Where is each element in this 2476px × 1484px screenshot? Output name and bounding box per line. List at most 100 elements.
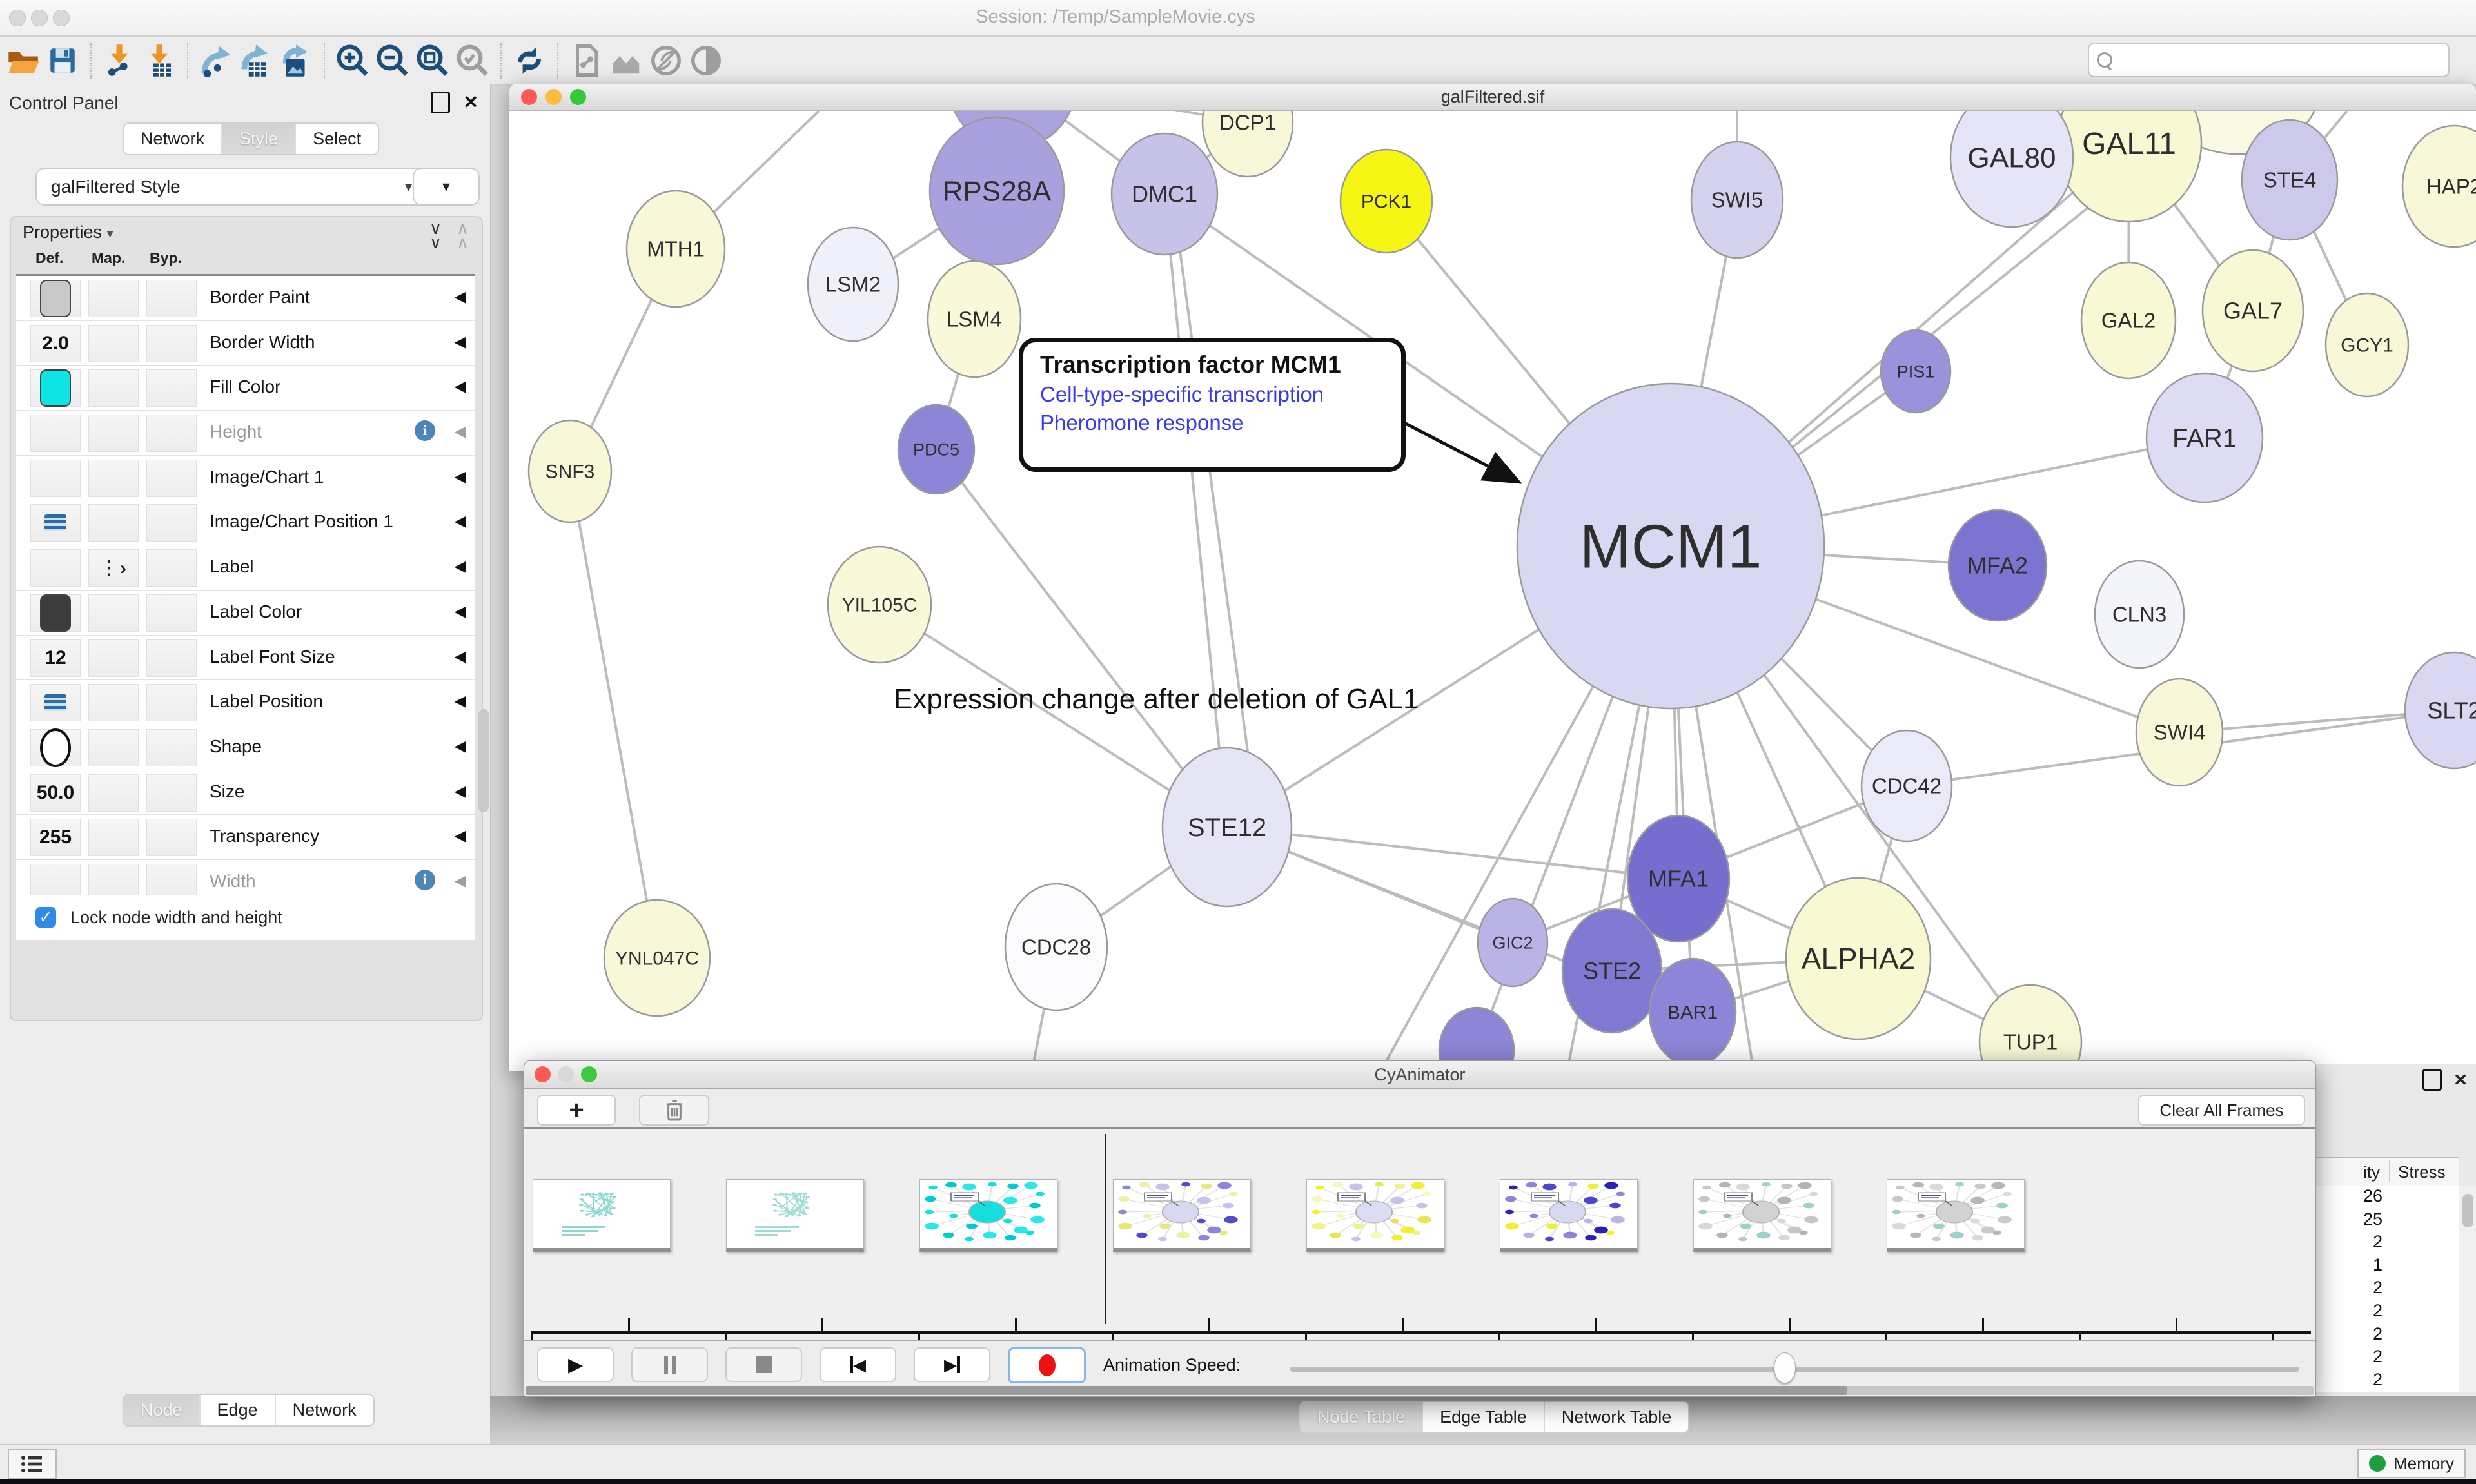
node-ste2[interactable]: STE2 xyxy=(1562,909,1662,1033)
expand-row-icon[interactable]: ◀ xyxy=(455,557,466,576)
default-value[interactable]: 50.0 xyxy=(37,782,74,804)
table-scrollbar[interactable] xyxy=(2459,1186,2476,1392)
default-value[interactable]: 12 xyxy=(44,647,66,669)
property-row[interactable]: Image/Chart Position 1◀ xyxy=(16,500,475,545)
node-lsm2[interactable]: LSM2 xyxy=(808,228,898,341)
hide-selected-icon[interactable] xyxy=(646,41,686,80)
mapping-cell[interactable] xyxy=(88,639,139,677)
table-column-stress[interactable]: Stress xyxy=(2398,1162,2457,1182)
info-icon[interactable]: i xyxy=(415,870,435,890)
expand-row-icon[interactable]: ◀ xyxy=(455,782,466,801)
bypass-cell[interactable] xyxy=(146,280,197,317)
passthrough-mapping-icon[interactable]: ⋮› xyxy=(99,557,128,580)
frames-scrollbar-thumb[interactable] xyxy=(526,1386,1847,1395)
info-icon[interactable]: i xyxy=(415,420,435,441)
mapping-cell[interactable] xyxy=(88,460,139,497)
node-gic2[interactable]: GIC2 xyxy=(1478,899,1548,986)
mapping-cell[interactable]: ⋮› xyxy=(88,549,139,587)
search-input[interactable] xyxy=(2119,50,2424,71)
close-window-icon[interactable] xyxy=(9,10,26,26)
expand-all-icon[interactable]: ∨∨ xyxy=(429,221,440,249)
expand-row-icon[interactable]: ◀ xyxy=(455,512,466,531)
record-button[interactable] xyxy=(1008,1347,1086,1383)
bypass-cell[interactable] xyxy=(146,325,197,362)
node-snf3[interactable]: SNF3 xyxy=(529,420,611,522)
node-pdc5[interactable]: PDC5 xyxy=(898,405,974,494)
node-dcp1[interactable]: DCP1 xyxy=(1203,111,1293,177)
cyanimator-titlebar[interactable]: CyAnimator xyxy=(524,1061,2315,1089)
tab-network-style[interactable]: Network xyxy=(275,1395,373,1425)
property-row[interactable]: Label Position◀ xyxy=(16,680,475,725)
expand-row-icon[interactable]: ◀ xyxy=(455,377,466,396)
clear-all-frames-button[interactable]: Clear All Frames xyxy=(2138,1095,2305,1126)
pause-button[interactable] xyxy=(631,1347,708,1382)
color-swatch[interactable] xyxy=(40,280,71,317)
tab-edge[interactable]: Edge xyxy=(199,1395,275,1425)
frame-thumbnail-4[interactable] xyxy=(1306,1179,1444,1252)
property-row[interactable]: Border Paint◀ xyxy=(16,276,475,321)
zoom-selected-icon[interactable] xyxy=(453,41,493,80)
frame-thumbnail-5[interactable] xyxy=(1500,1179,1638,1252)
default-cell[interactable] xyxy=(30,549,81,587)
zoom-fit-icon[interactable] xyxy=(413,41,453,80)
node-alpha2[interactable]: ALPHA2 xyxy=(1786,878,1931,1039)
bypass-cell[interactable] xyxy=(146,774,197,812)
node-dmc1[interactable]: DMC1 xyxy=(1112,133,1217,255)
node-pis1[interactable]: PIS1 xyxy=(1881,330,1950,413)
default-cell[interactable] xyxy=(30,369,81,407)
close-panel-icon[interactable]: ✕ xyxy=(464,92,478,113)
float-panel-icon[interactable] xyxy=(2422,1069,2442,1091)
bypass-cell[interactable] xyxy=(146,729,197,766)
default-cell[interactable] xyxy=(30,594,81,632)
expand-row-icon[interactable]: ◀ xyxy=(455,872,466,890)
node-hap2[interactable]: HAP2 xyxy=(2402,126,2476,247)
lock-size-checkbox[interactable]: ✓ xyxy=(35,907,56,928)
style-selector[interactable]: galFiltered Style ▾ xyxy=(35,168,427,206)
expand-row-icon[interactable]: ◀ xyxy=(455,692,466,710)
mapping-cell[interactable] xyxy=(88,594,139,632)
export-table-icon[interactable] xyxy=(236,41,276,80)
default-cell[interactable]: 50.0 xyxy=(30,774,81,812)
playhead[interactable] xyxy=(1105,1134,1106,1324)
node-slt2[interactable]: SLT2 xyxy=(2405,652,2476,768)
mapping-cell[interactable] xyxy=(88,280,139,317)
node-cdc42[interactable]: CDC42 xyxy=(1862,730,1952,841)
column-divider[interactable] xyxy=(2389,1160,2390,1182)
expand-row-icon[interactable]: ◀ xyxy=(455,288,466,306)
export-image-icon[interactable] xyxy=(276,41,316,80)
bypass-cell[interactable] xyxy=(146,819,197,856)
node-ynl047c[interactable]: YNL047C xyxy=(604,900,710,1016)
minimize-window-icon[interactable] xyxy=(31,10,48,26)
default-cell[interactable] xyxy=(30,729,81,766)
frame-thumbnail-0[interactable] xyxy=(533,1179,671,1252)
node-mth1[interactable]: MTH1 xyxy=(627,191,725,307)
mapping-cell[interactable] xyxy=(88,819,139,856)
property-row[interactable]: Heighti◀ xyxy=(16,411,475,456)
expand-row-icon[interactable]: ◀ xyxy=(455,602,466,621)
default-cell[interactable] xyxy=(30,864,81,899)
position-icon[interactable] xyxy=(44,514,66,531)
open-session-icon[interactable] xyxy=(3,41,43,80)
tab-network-table[interactable]: Network Table xyxy=(1544,1402,1689,1432)
mapping-cell[interactable] xyxy=(88,369,139,407)
property-row[interactable]: Image/Chart 1◀ xyxy=(16,456,475,501)
node-far1[interactable]: FAR1 xyxy=(2147,373,2263,502)
expand-row-icon[interactable]: ◀ xyxy=(455,467,466,486)
task-history-button[interactable] xyxy=(8,1449,57,1479)
default-cell[interactable] xyxy=(30,415,81,452)
node-mfa2[interactable]: MFA2 xyxy=(1949,510,2047,621)
table-row[interactable]: 2 xyxy=(2315,1324,2459,1347)
node-gal7[interactable]: GAL7 xyxy=(2203,250,2303,371)
default-cell[interactable] xyxy=(30,684,81,721)
frame-thumbnail-1[interactable] xyxy=(726,1179,864,1252)
annotation-link-1[interactable]: Cell-type-specific transcription xyxy=(1040,382,1401,407)
node-tup1[interactable]: TUP1 xyxy=(1980,985,2081,1071)
node-cln3[interactable]: CLN3 xyxy=(2095,561,2184,668)
property-row[interactable]: Fill Color◀ xyxy=(16,366,475,411)
default-value[interactable]: 255 xyxy=(39,826,72,848)
property-row[interactable]: 255Transparency◀ xyxy=(16,815,475,860)
node-swi5[interactable]: SWI5 xyxy=(1691,142,1783,258)
node-bar1[interactable]: BAR1 xyxy=(1649,959,1736,1066)
table-row[interactable]: 2 xyxy=(2315,1278,2459,1301)
play-button[interactable]: ▶ xyxy=(537,1347,614,1382)
